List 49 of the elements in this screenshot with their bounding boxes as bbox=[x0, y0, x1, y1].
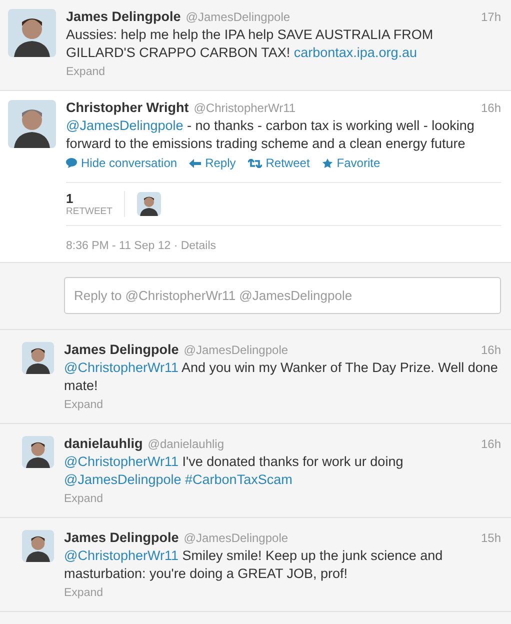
user-handle[interactable]: @ChristopherWr11 bbox=[194, 101, 296, 115]
user-handle[interactable]: @JamesDelingpole bbox=[184, 531, 288, 545]
tweet-timestamp: 8:36 PM - 11 Sep 12 · Details bbox=[66, 240, 217, 252]
mention-link[interactable]: @ChristopherWr11 bbox=[64, 454, 178, 469]
favorite-action[interactable]: Favorite bbox=[322, 156, 380, 170]
retweet-count[interactable]: 1 bbox=[66, 191, 112, 206]
reply-field[interactable]: Reply to @ChristopherWr11 @JamesDelingpole bbox=[64, 277, 501, 314]
avatar[interactable] bbox=[22, 436, 54, 468]
user-name[interactable]: James Delingpole bbox=[64, 342, 179, 357]
hashtag-link[interactable]: #CarbonTaxScam bbox=[185, 472, 292, 487]
expand-link[interactable]: Expand bbox=[64, 587, 104, 599]
avatar[interactable] bbox=[22, 342, 54, 374]
retweet-icon bbox=[248, 158, 262, 168]
tweet-time[interactable]: 17h bbox=[480, 10, 501, 24]
link[interactable]: carbontax.ipa.org.au bbox=[294, 45, 417, 60]
user-name[interactable]: Christopher Wright bbox=[66, 100, 189, 115]
mention-link[interactable]: @ChristopherWr11 bbox=[64, 548, 178, 563]
avatar[interactable] bbox=[8, 9, 56, 57]
tweet-text: @ChristopherWr11 Smiley smile! Keep up the junk science and masturbation: you're doing a GREAT JOB, prof! bbox=[64, 547, 444, 583]
user-name[interactable]: James Delingpole bbox=[64, 530, 179, 545]
star-icon bbox=[322, 158, 333, 168]
tweet-time[interactable]: 15h bbox=[480, 531, 501, 545]
mention-link[interactable]: @ChristopherWr11 bbox=[64, 360, 178, 375]
mention-link[interactable]: @JamesDelingpole bbox=[64, 472, 182, 487]
tweet-text: @JamesDelingpole - no thanks - carbon tax is working well - looking forward to the emissions trading scheme and a clean energy future bbox=[66, 117, 476, 153]
user-name[interactable]: danielauhlig bbox=[64, 436, 143, 451]
tweet-time[interactable]: 16h bbox=[480, 437, 501, 451]
speech-bubble-icon bbox=[66, 158, 77, 168]
conversation-action[interactable]: Hide conversation bbox=[66, 156, 178, 170]
retweet-action[interactable]: Retweet bbox=[248, 156, 310, 170]
tweet-time[interactable]: 16h bbox=[480, 101, 501, 115]
user-handle[interactable]: @danielauhlig bbox=[148, 437, 224, 451]
tweet-text: @ChristopherWr11 I've donated thanks for work ur doing @JamesDelingpole #CarbonTaxScam bbox=[64, 453, 404, 489]
tweet-text: @ChristopherWr11 And you win my Wanker of The Day Prize. Well done mate! bbox=[64, 359, 499, 395]
user-handle[interactable]: @JamesDelingpole bbox=[186, 10, 290, 24]
expand-link[interactable]: Expand bbox=[64, 493, 104, 505]
user-name[interactable]: James Delingpole bbox=[66, 9, 181, 24]
reply-arrow-icon bbox=[189, 158, 202, 168]
avatar[interactable] bbox=[8, 100, 56, 148]
user-handle[interactable]: @JamesDelingpole bbox=[184, 343, 288, 357]
avatar[interactable] bbox=[22, 530, 54, 562]
tweet-time[interactable]: 16h bbox=[480, 343, 501, 357]
mention-link[interactable]: @JamesDelingpole bbox=[66, 118, 184, 133]
expand-link[interactable]: Expand bbox=[66, 66, 106, 78]
retweet-label: RETWEET bbox=[66, 206, 112, 217]
expand-link[interactable]: Expand bbox=[64, 399, 104, 411]
avatar[interactable] bbox=[137, 192, 162, 216]
tweet-text: Aussies: help me help the IPA help SAVE AUSTRALIA FROM GILLARD'S CRAPPO CARBON TAX! carbontax.ipa.org.au bbox=[66, 26, 434, 62]
reply-action[interactable]: Reply bbox=[189, 156, 236, 170]
